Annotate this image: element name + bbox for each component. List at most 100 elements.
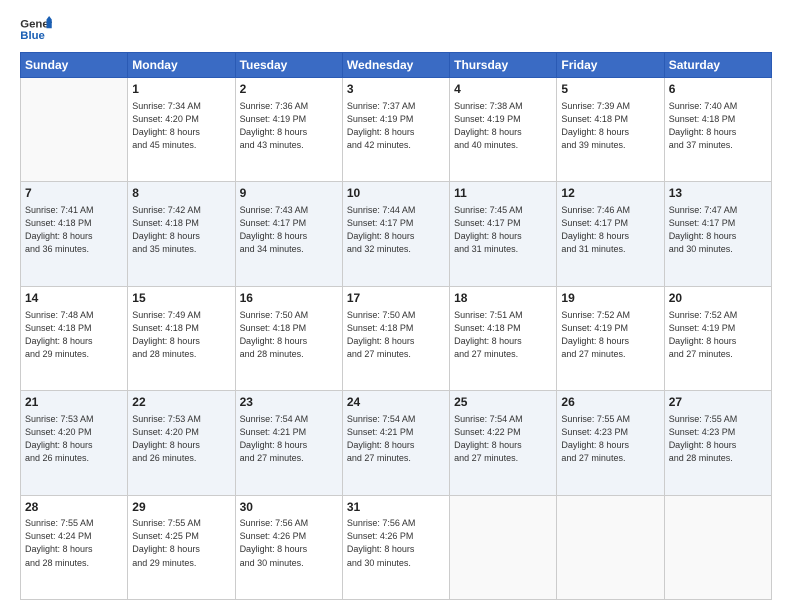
day-info: Sunrise: 7:55 AM Sunset: 4:23 PM Dayligh… [561,413,659,465]
calendar-week-row: 1 Sunrise: 7:34 AM Sunset: 4:20 PM Daylig… [21,78,772,182]
calendar-header-row: SundayMondayTuesdayWednesdayThursdayFrid… [21,53,772,78]
day-number: 10 [347,185,445,202]
calendar-header-wednesday: Wednesday [342,53,449,78]
day-number: 3 [347,81,445,98]
day-info: Sunrise: 7:38 AM Sunset: 4:19 PM Dayligh… [454,100,552,152]
day-number: 11 [454,185,552,202]
calendar-table: SundayMondayTuesdayWednesdayThursdayFrid… [20,52,772,600]
calendar-cell: 24 Sunrise: 7:54 AM Sunset: 4:21 PM Dayli… [342,391,449,495]
calendar-cell: 26Sunrise: 7:55 AM Sunset: 4:23 PM Dayli… [557,391,664,495]
svg-text:Blue: Blue [20,30,45,42]
day-number: 12 [561,185,659,202]
calendar-cell: 17 Sunrise: 7:50 AM Sunset: 4:18 PM Dayli… [342,286,449,390]
logo: General Blue [20,16,52,44]
calendar-cell: 25 Sunrise: 7:54 AM Sunset: 4:22 PM Dayli… [450,391,557,495]
calendar-week-row: 14Sunrise: 7:48 AM Sunset: 4:18 PM Dayli… [21,286,772,390]
day-number: 19 [561,290,659,307]
calendar-cell: 27 Sunrise: 7:55 AM Sunset: 4:23 PM Dayli… [664,391,771,495]
day-info: Sunrise: 7:39 AM Sunset: 4:18 PM Dayligh… [561,100,659,152]
calendar-cell: 21 Sunrise: 7:53 AM Sunset: 4:20 PM Dayli… [21,391,128,495]
day-info: Sunrise: 7:40 AM Sunset: 4:18 PM Dayligh… [669,100,767,152]
day-number: 6 [669,81,767,98]
calendar-cell: 1 Sunrise: 7:34 AM Sunset: 4:20 PM Daylig… [128,78,235,182]
day-info: Sunrise: 7:42 AM Sunset: 4:18 PM Dayligh… [132,204,230,256]
calendar-cell [664,495,771,599]
day-number: 7 [25,185,123,202]
day-number: 22 [132,394,230,411]
day-info: Sunrise: 7:55 AM Sunset: 4:24 PM Dayligh… [25,517,123,569]
day-info: Sunrise: 7:41 AM Sunset: 4:18 PM Dayligh… [25,204,123,256]
calendar-cell: 18 Sunrise: 7:51 AM Sunset: 4:18 PM Dayli… [450,286,557,390]
calendar-header-saturday: Saturday [664,53,771,78]
day-number: 30 [240,499,338,516]
day-number: 9 [240,185,338,202]
calendar-cell: 16Sunrise: 7:50 AM Sunset: 4:18 PM Dayli… [235,286,342,390]
calendar-cell: 23 Sunrise: 7:54 AM Sunset: 4:21 PM Dayli… [235,391,342,495]
calendar-cell [21,78,128,182]
day-info: Sunrise: 7:54 AM Sunset: 4:22 PM Dayligh… [454,413,552,465]
day-info: Sunrise: 7:54 AM Sunset: 4:21 PM Dayligh… [347,413,445,465]
day-info: Sunrise: 7:51 AM Sunset: 4:18 PM Dayligh… [454,309,552,361]
day-info: Sunrise: 7:54 AM Sunset: 4:21 PM Dayligh… [240,413,338,465]
day-number: 2 [240,81,338,98]
day-info: Sunrise: 7:37 AM Sunset: 4:19 PM Dayligh… [347,100,445,152]
day-info: Sunrise: 7:50 AM Sunset: 4:18 PM Dayligh… [347,309,445,361]
day-info: Sunrise: 7:53 AM Sunset: 4:20 PM Dayligh… [25,413,123,465]
calendar-cell: 28Sunrise: 7:55 AM Sunset: 4:24 PM Dayli… [21,495,128,599]
day-info: Sunrise: 7:53 AM Sunset: 4:20 PM Dayligh… [132,413,230,465]
day-info: Sunrise: 7:47 AM Sunset: 4:17 PM Dayligh… [669,204,767,256]
calendar-week-row: 7 Sunrise: 7:41 AM Sunset: 4:18 PM Daylig… [21,182,772,286]
calendar-cell: 3 Sunrise: 7:37 AM Sunset: 4:19 PM Daylig… [342,78,449,182]
day-number: 31 [347,499,445,516]
calendar-cell: 30Sunrise: 7:56 AM Sunset: 4:26 PM Dayli… [235,495,342,599]
day-number: 17 [347,290,445,307]
day-number: 14 [25,290,123,307]
day-number: 21 [25,394,123,411]
day-info: Sunrise: 7:34 AM Sunset: 4:20 PM Dayligh… [132,100,230,152]
day-info: Sunrise: 7:55 AM Sunset: 4:23 PM Dayligh… [669,413,767,465]
calendar-cell [557,495,664,599]
calendar-cell: 4Sunrise: 7:38 AM Sunset: 4:19 PM Daylig… [450,78,557,182]
calendar-cell: 31Sunrise: 7:56 AM Sunset: 4:26 PM Dayli… [342,495,449,599]
day-info: Sunrise: 7:56 AM Sunset: 4:26 PM Dayligh… [347,517,445,569]
day-number: 28 [25,499,123,516]
day-info: Sunrise: 7:52 AM Sunset: 4:19 PM Dayligh… [669,309,767,361]
day-number: 18 [454,290,552,307]
day-info: Sunrise: 7:36 AM Sunset: 4:19 PM Dayligh… [240,100,338,152]
day-number: 27 [669,394,767,411]
calendar-cell: 6 Sunrise: 7:40 AM Sunset: 4:18 PM Daylig… [664,78,771,182]
calendar-cell: 15 Sunrise: 7:49 AM Sunset: 4:18 PM Dayli… [128,286,235,390]
calendar-cell [450,495,557,599]
calendar-cell: 9 Sunrise: 7:43 AM Sunset: 4:17 PM Daylig… [235,182,342,286]
calendar-cell: 14Sunrise: 7:48 AM Sunset: 4:18 PM Dayli… [21,286,128,390]
calendar-cell: 7 Sunrise: 7:41 AM Sunset: 4:18 PM Daylig… [21,182,128,286]
calendar-cell: 5 Sunrise: 7:39 AM Sunset: 4:18 PM Daylig… [557,78,664,182]
calendar-week-row: 28Sunrise: 7:55 AM Sunset: 4:24 PM Dayli… [21,495,772,599]
calendar-cell: 13 Sunrise: 7:47 AM Sunset: 4:17 PM Dayli… [664,182,771,286]
day-number: 25 [454,394,552,411]
day-info: Sunrise: 7:49 AM Sunset: 4:18 PM Dayligh… [132,309,230,361]
day-info: Sunrise: 7:56 AM Sunset: 4:26 PM Dayligh… [240,517,338,569]
day-number: 5 [561,81,659,98]
day-info: Sunrise: 7:43 AM Sunset: 4:17 PM Dayligh… [240,204,338,256]
header: General Blue [20,16,772,44]
page: General Blue SundayMondayTuesdayWednesda… [0,0,792,612]
calendar-cell: 20Sunrise: 7:52 AM Sunset: 4:19 PM Dayli… [664,286,771,390]
calendar-header-thursday: Thursday [450,53,557,78]
logo-icon: General Blue [20,16,52,44]
day-number: 23 [240,394,338,411]
day-info: Sunrise: 7:44 AM Sunset: 4:17 PM Dayligh… [347,204,445,256]
calendar-cell: 12 Sunrise: 7:46 AM Sunset: 4:17 PM Dayli… [557,182,664,286]
day-number: 15 [132,290,230,307]
calendar-header-sunday: Sunday [21,53,128,78]
day-number: 24 [347,394,445,411]
calendar-header-friday: Friday [557,53,664,78]
calendar-header-monday: Monday [128,53,235,78]
calendar-cell: 22 Sunrise: 7:53 AM Sunset: 4:20 PM Dayli… [128,391,235,495]
day-number: 8 [132,185,230,202]
calendar-cell: 2 Sunrise: 7:36 AM Sunset: 4:19 PM Daylig… [235,78,342,182]
day-number: 1 [132,81,230,98]
day-number: 13 [669,185,767,202]
day-number: 16 [240,290,338,307]
day-info: Sunrise: 7:46 AM Sunset: 4:17 PM Dayligh… [561,204,659,256]
